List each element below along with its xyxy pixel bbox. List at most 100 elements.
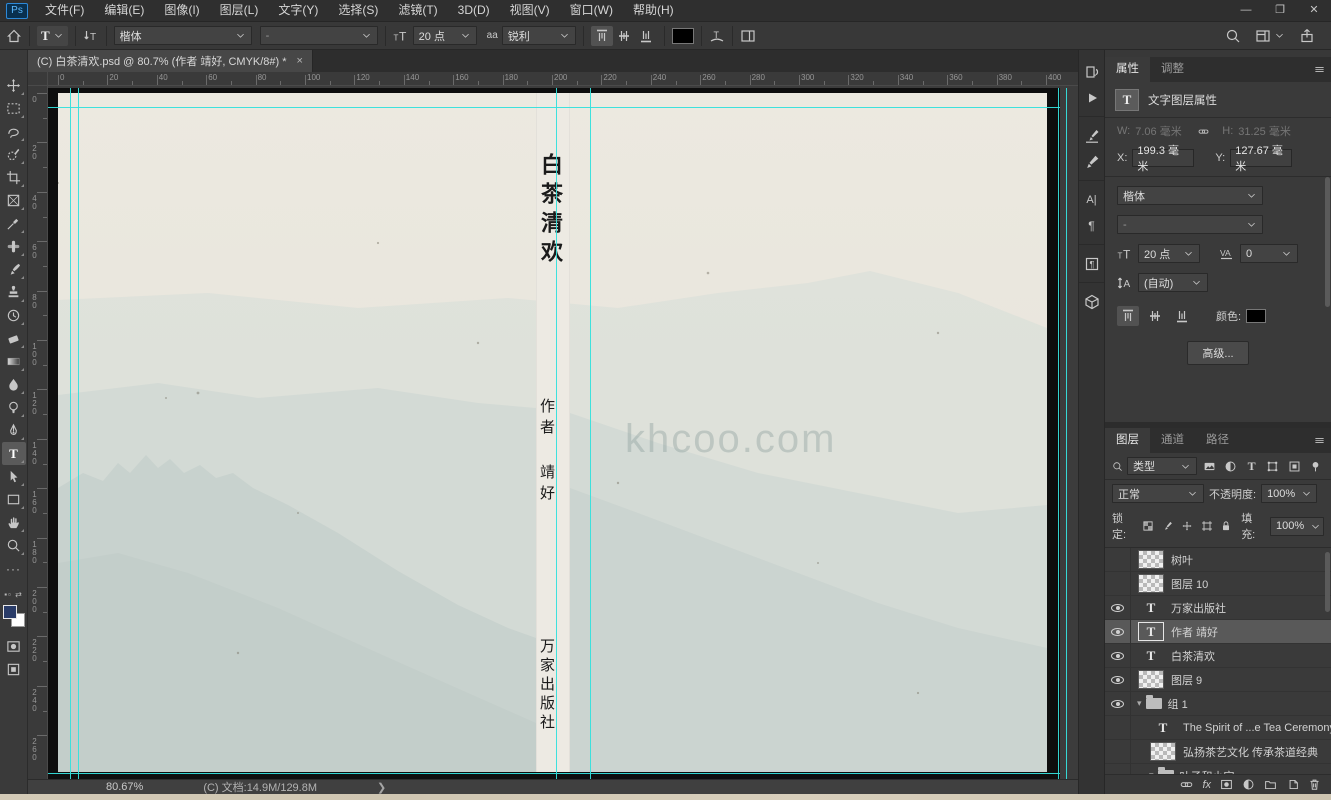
align-center-button[interactable] bbox=[613, 26, 635, 46]
spine-title-text[interactable]: 白茶清欢 bbox=[534, 153, 566, 269]
text-layer-thumbnail[interactable]: T bbox=[1150, 718, 1176, 737]
paragraph-styles-panel-icon[interactable]: ¶ bbox=[1080, 252, 1104, 276]
lasso-tool[interactable] bbox=[2, 120, 26, 143]
props-align-top-button[interactable] bbox=[1117, 306, 1139, 326]
layer-visibility-empty[interactable] bbox=[1105, 715, 1131, 740]
props-font-family-select[interactable]: 楷体 bbox=[1117, 186, 1263, 205]
layer-row-9[interactable]: ▾ 叶子和小字 bbox=[1105, 763, 1331, 775]
layer-row-8[interactable]: 弘扬茶艺文化 传承茶道经典 bbox=[1105, 739, 1331, 764]
menu-item-3[interactable]: 图层(L) bbox=[211, 0, 268, 21]
horizontal-ruler[interactable]: 0 20 40 60 80 100 120 140 160 180 200 220 240 260 280 3… bbox=[48, 72, 1078, 86]
menu-item-2[interactable]: 图像(I) bbox=[155, 0, 208, 21]
share-icon[interactable] bbox=[1299, 28, 1315, 44]
brushes-panel-icon[interactable] bbox=[1080, 150, 1104, 174]
layer-visibility-eye-icon[interactable] bbox=[1105, 619, 1131, 644]
text-layer-thumbnail[interactable]: T bbox=[1138, 622, 1164, 641]
shape-filter-icon[interactable] bbox=[1264, 457, 1281, 475]
layer-row-4[interactable]: T 白茶清欢 bbox=[1105, 643, 1331, 668]
font-style-select[interactable]: - bbox=[259, 26, 378, 45]
quick-selection-tool[interactable] bbox=[2, 143, 26, 166]
layer-name[interactable]: 作者 靖好 bbox=[1171, 624, 1218, 640]
antialias-select[interactable]: 锐利 bbox=[501, 26, 576, 45]
tab-layers[interactable]: 图层 bbox=[1105, 428, 1150, 453]
layer-row-1[interactable]: 图层 10 bbox=[1105, 571, 1331, 596]
align-top-button[interactable] bbox=[590, 25, 613, 46]
layer-name[interactable]: The Spirit of ...e Tea Ceremony bbox=[1183, 722, 1331, 734]
vertical-ruler[interactable]: 0 20 40 60 80 100 120 140 160 180 200 220 240 260 bbox=[28, 86, 48, 779]
align-bottom-button[interactable] bbox=[635, 26, 657, 46]
layer-effects-icon[interactable]: fx bbox=[1202, 779, 1211, 791]
tab-adjustments[interactable]: 调整 bbox=[1150, 57, 1195, 82]
clone-stamp-tool[interactable] bbox=[2, 281, 26, 304]
layer-name[interactable]: 叶子和小字 bbox=[1180, 768, 1235, 775]
text-layer-thumbnail[interactable]: T bbox=[1138, 598, 1164, 617]
warp-text-icon[interactable]: T bbox=[709, 28, 725, 44]
props-align-bottom-button[interactable] bbox=[1171, 306, 1193, 326]
layer-name[interactable]: 白茶清欢 bbox=[1171, 648, 1215, 664]
status-chevron-icon[interactable]: ❯ bbox=[377, 781, 386, 794]
guide-horizontal[interactable] bbox=[48, 107, 1060, 108]
menu-item-0[interactable]: 文件(F) bbox=[36, 0, 93, 21]
guide-vertical[interactable] bbox=[556, 88, 557, 779]
layer-visibility-eye-icon[interactable] bbox=[1105, 643, 1131, 668]
hand-tool[interactable] bbox=[2, 511, 26, 534]
brush-tool[interactable] bbox=[2, 258, 26, 281]
layers-scrollbar[interactable] bbox=[1325, 552, 1330, 612]
fill-select[interactable]: 100% bbox=[1270, 516, 1325, 536]
foreground-background-swatches[interactable] bbox=[2, 605, 25, 627]
guide-horizontal[interactable] bbox=[48, 773, 1060, 774]
blend-mode-select[interactable]: 正常 bbox=[1112, 484, 1204, 503]
group-expand-icon[interactable]: ▾ bbox=[1149, 770, 1154, 774]
path-selection-tool[interactable] bbox=[2, 465, 26, 488]
history-brush-tool[interactable] bbox=[2, 304, 26, 327]
tab-properties[interactable]: 属性 bbox=[1105, 57, 1150, 82]
layer-visibility-eye-icon[interactable] bbox=[1105, 691, 1131, 716]
leading-select[interactable]: (自动) bbox=[1138, 273, 1208, 292]
menu-item-4[interactable]: 文字(Y) bbox=[269, 0, 327, 21]
layer-visibility-empty[interactable] bbox=[1105, 571, 1131, 596]
layer-thumbnail[interactable] bbox=[1150, 742, 1176, 761]
pixel-filter-icon[interactable] bbox=[1201, 457, 1218, 475]
lock-artboard-icon[interactable] bbox=[1200, 519, 1214, 534]
x-position-field[interactable]: 199.3 毫米 bbox=[1132, 145, 1195, 173]
close-button[interactable]: ✕ bbox=[1297, 0, 1331, 21]
menu-item-9[interactable]: 窗口(W) bbox=[561, 0, 622, 21]
new-adjustment-icon[interactable] bbox=[1242, 778, 1255, 791]
restore-button[interactable]: ❐ bbox=[1263, 0, 1297, 21]
size-select[interactable]: 20 点 bbox=[1138, 244, 1200, 263]
blur-tool[interactable] bbox=[2, 373, 26, 396]
ruler-origin-corner[interactable] bbox=[28, 72, 48, 86]
type-tool[interactable]: T bbox=[1, 442, 26, 465]
filter-type-select[interactable]: 类型 bbox=[1127, 457, 1197, 475]
add-mask-icon[interactable] bbox=[1220, 778, 1233, 791]
layer-row-3[interactable]: T 作者 靖好 bbox=[1105, 619, 1331, 644]
menu-item-10[interactable]: 帮助(H) bbox=[624, 0, 683, 21]
guide-vertical[interactable] bbox=[1066, 88, 1067, 779]
smart-object-filter-icon[interactable] bbox=[1286, 457, 1303, 475]
actions-panel-icon[interactable] bbox=[1080, 86, 1104, 110]
layer-thumbnail[interactable] bbox=[1138, 670, 1164, 689]
move-tool[interactable] bbox=[2, 74, 26, 97]
frame-tool[interactable] bbox=[2, 189, 26, 212]
crop-tool[interactable] bbox=[2, 166, 26, 189]
search-icon[interactable] bbox=[1225, 28, 1241, 44]
guide-vertical[interactable] bbox=[70, 88, 71, 779]
lock-transparency-icon[interactable] bbox=[1141, 519, 1155, 534]
props-align-center-button[interactable] bbox=[1144, 306, 1166, 326]
layer-row-0[interactable]: 树叶 bbox=[1105, 548, 1331, 572]
document-tab[interactable]: (C) 白茶清欢.psd @ 80.7% (作者 靖好, CMYK/8#) * … bbox=[28, 50, 313, 72]
guide-vertical[interactable] bbox=[590, 88, 591, 779]
rectangle-tool[interactable] bbox=[2, 488, 26, 511]
layer-name[interactable]: 万家出版社 bbox=[1171, 600, 1226, 616]
text-orientation-icon[interactable]: T bbox=[83, 28, 99, 44]
layer-visibility-empty[interactable] bbox=[1105, 739, 1131, 764]
pen-tool[interactable] bbox=[2, 419, 26, 442]
advanced-button[interactable]: 高级... bbox=[1187, 341, 1249, 365]
layer-name[interactable]: 树叶 bbox=[1171, 552, 1193, 568]
healing-brush-tool[interactable] bbox=[2, 235, 26, 258]
menu-item-6[interactable]: 滤镜(T) bbox=[389, 0, 446, 21]
default-colors-icon[interactable]: ▪▫ ⇄ bbox=[4, 590, 23, 599]
menu-item-8[interactable]: 视图(V) bbox=[501, 0, 559, 21]
delete-layer-icon[interactable] bbox=[1308, 778, 1321, 791]
layer-row-2[interactable]: T 万家出版社 bbox=[1105, 595, 1331, 620]
